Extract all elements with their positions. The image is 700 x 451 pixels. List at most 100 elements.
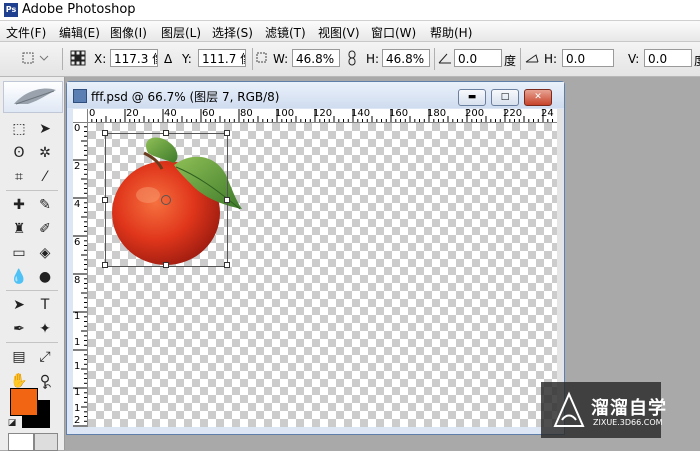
notes-icon[interactable]: ▤ (8, 347, 30, 367)
horizontal-skew-field[interactable]: 0.0 (562, 49, 614, 67)
document-title-bar[interactable]: fff.psd @ 66.7% (图层 7, RGB/8) ▬ □ ✕ (67, 82, 564, 108)
ruler-v-label: 8 (74, 275, 81, 286)
ruler-h-label: 100 (275, 109, 295, 119)
transform-handle-top[interactable] (163, 130, 169, 136)
clone-stamp-icon[interactable]: ♜ (8, 219, 30, 239)
ruler-h-label: 160 (389, 109, 409, 119)
magic-wand-icon[interactable]: ✲ (34, 143, 56, 163)
x-label: X: (94, 52, 107, 66)
y-label: Y: (182, 52, 192, 66)
transform-center-point[interactable] (161, 195, 171, 205)
healing-brush-icon[interactable]: ✚ (8, 195, 30, 215)
brush-icon[interactable]: ✎ (34, 195, 56, 215)
transform-handle-tr[interactable] (224, 130, 230, 136)
crop-icon[interactable]: ⌗ (8, 167, 30, 187)
paint-bucket-icon[interactable]: ◈ (34, 243, 56, 263)
link-icon[interactable] (344, 50, 360, 66)
transform-handle-br[interactable] (224, 262, 230, 268)
default-colors-icon[interactable]: ◪ (6, 417, 18, 429)
watermark-text: 溜溜自学 (591, 398, 667, 419)
ruler-v-label: 1 (74, 387, 81, 398)
transform-handle-bottom[interactable] (163, 262, 169, 268)
menu-help[interactable]: 帮助(H) (430, 24, 472, 41)
ruler-h-label: 40 (164, 109, 177, 119)
horizontal-ruler[interactable]: 0 20 40 60 80 100 120 140 160 180 200 22… (87, 109, 557, 123)
free-transform-box[interactable] (102, 130, 230, 268)
ruler-v-label: 0 (74, 123, 81, 134)
menu-bar: 文件(F) 编辑(E) 图像(I) 图层(L) 选择(S) 滤镜(T) 视图(V… (0, 21, 700, 42)
ruler-v-label: 1 (74, 337, 81, 348)
quick-mask-mode-icon[interactable] (34, 433, 58, 451)
width-percent-field[interactable]: 46.8% (292, 49, 340, 67)
minimize-button[interactable]: ▬ (458, 89, 486, 106)
relative-position-icon[interactable]: Δ (164, 52, 172, 66)
menu-image[interactable]: 图像(I) (110, 24, 147, 41)
height-label: H: (366, 52, 380, 66)
vertical-skew-label: V: (628, 52, 640, 66)
pen-tool-icon[interactable]: ✒ (8, 319, 30, 339)
ruler-h-label: 80 (240, 109, 253, 119)
transform-handle-bl[interactable] (102, 262, 108, 268)
maximize-button[interactable]: □ (491, 89, 519, 106)
tool-preset-picker[interactable] (20, 50, 50, 66)
document-canvas[interactable] (88, 123, 557, 427)
options-bar: X: 117.3 像 Δ Y: 111.7 像 W: 46.8% H: 46.8… (0, 42, 700, 77)
toolbox-panel: ⬚ ➤ ʘ ✲ ⌗ ⁄ ✚ ✎ ♜ ✐ ▭ ◈ 💧 ● ➤ T ✒ ✦ ▤ ⤢ … (0, 77, 65, 451)
path-selection-icon[interactable]: ➤ (8, 295, 30, 315)
ruler-h-label: 20 (126, 109, 139, 119)
transform-handle-tl[interactable] (102, 130, 108, 136)
ruler-v-label: 4 (74, 199, 81, 210)
scale-icon (256, 50, 268, 66)
reference-point-icon[interactable] (70, 50, 86, 66)
ruler-v-label: 2 (74, 415, 81, 426)
height-percent-field[interactable]: 46.8% (382, 49, 430, 67)
transform-handle-left[interactable] (102, 197, 108, 203)
rotate-angle-field[interactable]: 0.0 (454, 49, 502, 67)
menu-select[interactable]: 选择(S) (212, 24, 253, 41)
rotate-icon (437, 50, 453, 66)
watermark-logo-icon (553, 391, 585, 427)
foreground-color-swatch[interactable] (10, 388, 38, 416)
ruler-v-label: 2 (74, 161, 81, 172)
menu-file[interactable]: 文件(F) (6, 24, 46, 41)
y-position-field[interactable]: 111.7 像 (198, 49, 246, 67)
ruler-v-label: 1 (74, 361, 81, 372)
menu-layer[interactable]: 图层(L) (161, 24, 201, 41)
eraser-icon[interactable]: ▭ (8, 243, 30, 263)
menu-filter[interactable]: 滤镜(T) (265, 24, 306, 41)
vertical-skew-field[interactable]: 0.0 (644, 49, 692, 67)
dodge-icon[interactable]: ● (34, 267, 56, 287)
move-tool-preset-icon (22, 52, 49, 64)
lasso-icon[interactable]: ʘ (8, 143, 30, 163)
ruler-h-label: 24 (541, 109, 554, 119)
document-icon (73, 89, 87, 103)
ruler-v-label: 1 (74, 311, 81, 322)
rect-marquee-icon[interactable]: ⬚ (8, 119, 30, 139)
close-button[interactable]: ✕ (524, 89, 552, 106)
custom-shape-icon[interactable]: ✦ (34, 319, 56, 339)
menu-window[interactable]: 窗口(W) (371, 24, 416, 41)
transform-handle-right[interactable] (224, 197, 230, 203)
eyedropper-icon[interactable]: ⤢ (34, 347, 56, 367)
history-brush-icon[interactable]: ✐ (34, 219, 56, 239)
document-title: fff.psd @ 66.7% (图层 7, RGB/8) (91, 90, 280, 104)
blur-icon[interactable]: 💧 (8, 267, 30, 287)
horizontal-skew-label: H: (544, 52, 558, 66)
app-title-bar: Ps Adobe Photoshop (0, 0, 700, 21)
ruler-h-label: 220 (503, 109, 523, 119)
menu-edit[interactable]: 编辑(E) (59, 24, 100, 41)
ruler-origin[interactable] (73, 109, 88, 123)
vertical-ruler[interactable]: 0 2 4 6 8 1 1 1 1 1 2 (73, 122, 88, 427)
slice-icon[interactable]: ⁄ (34, 167, 56, 187)
x-position-field[interactable]: 117.3 像 (110, 49, 158, 67)
swap-colors-icon[interactable]: ↶ (40, 383, 54, 395)
menu-view[interactable]: 视图(V) (318, 24, 360, 41)
ruler-v-label: 1 (74, 403, 81, 414)
document-window: fff.psd @ 66.7% (图层 7, RGB/8) ▬ □ ✕ 0 20… (66, 81, 565, 435)
document-vertical-scrollbar[interactable] (557, 109, 563, 427)
move-tool-icon[interactable]: ➤ (34, 119, 56, 139)
toolbox-header-feather-icon[interactable] (3, 81, 63, 113)
type-tool-icon[interactable]: T (34, 295, 56, 315)
standard-mode-icon[interactable] (8, 433, 34, 451)
ruler-h-label: 0 (89, 109, 96, 119)
